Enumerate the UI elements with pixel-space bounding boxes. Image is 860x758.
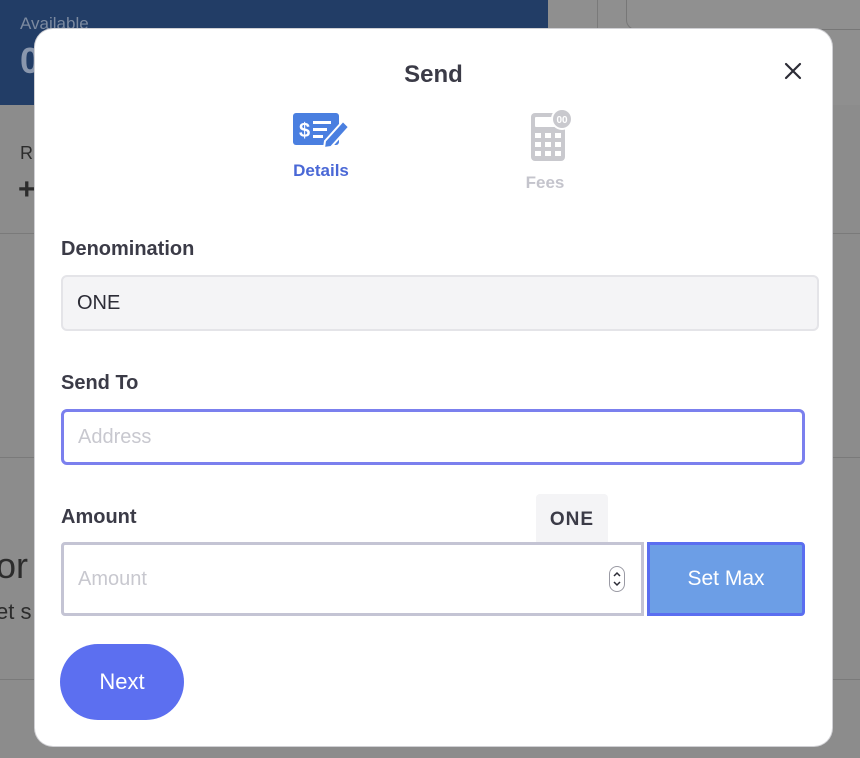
set-max-button[interactable]: Set Max — [647, 542, 805, 616]
step-fees[interactable]: 00 Fees — [475, 107, 615, 193]
denomination-field: ONE — [61, 275, 819, 331]
amount-field — [61, 542, 644, 616]
svg-text:$: $ — [299, 120, 310, 142]
calculator-icon: 00 — [531, 108, 573, 161]
background-panel — [626, 0, 860, 30]
background-label: R — [20, 143, 33, 163]
background-plus: + — [18, 173, 36, 206]
svg-text:00: 00 — [556, 115, 568, 126]
stepper-chevrons-icon — [613, 571, 621, 587]
amount-input[interactable] — [64, 545, 622, 613]
send-modal: Send $ Details 00 Fees Denomination ONE … — [35, 29, 832, 746]
amount-stepper[interactable] — [609, 566, 625, 592]
step-details[interactable]: $ Details — [251, 107, 391, 181]
step-details-label: Details — [293, 161, 349, 180]
background-heading: or — [0, 545, 29, 586]
send-to-label: Send To — [61, 372, 139, 394]
denomination-label: Denomination — [61, 238, 195, 260]
amount-unit-badge: ONE — [536, 494, 608, 546]
modal-title: Send — [404, 61, 463, 88]
next-button[interactable]: Next — [60, 644, 184, 720]
background-subtext: et s — [0, 599, 32, 624]
amount-label: Amount — [61, 506, 137, 528]
close-button[interactable] — [781, 59, 805, 83]
address-input[interactable] — [61, 409, 805, 465]
step-fees-label: Fees — [525, 173, 565, 192]
check-edit-icon: $ — [293, 113, 351, 150]
close-icon — [784, 62, 802, 80]
